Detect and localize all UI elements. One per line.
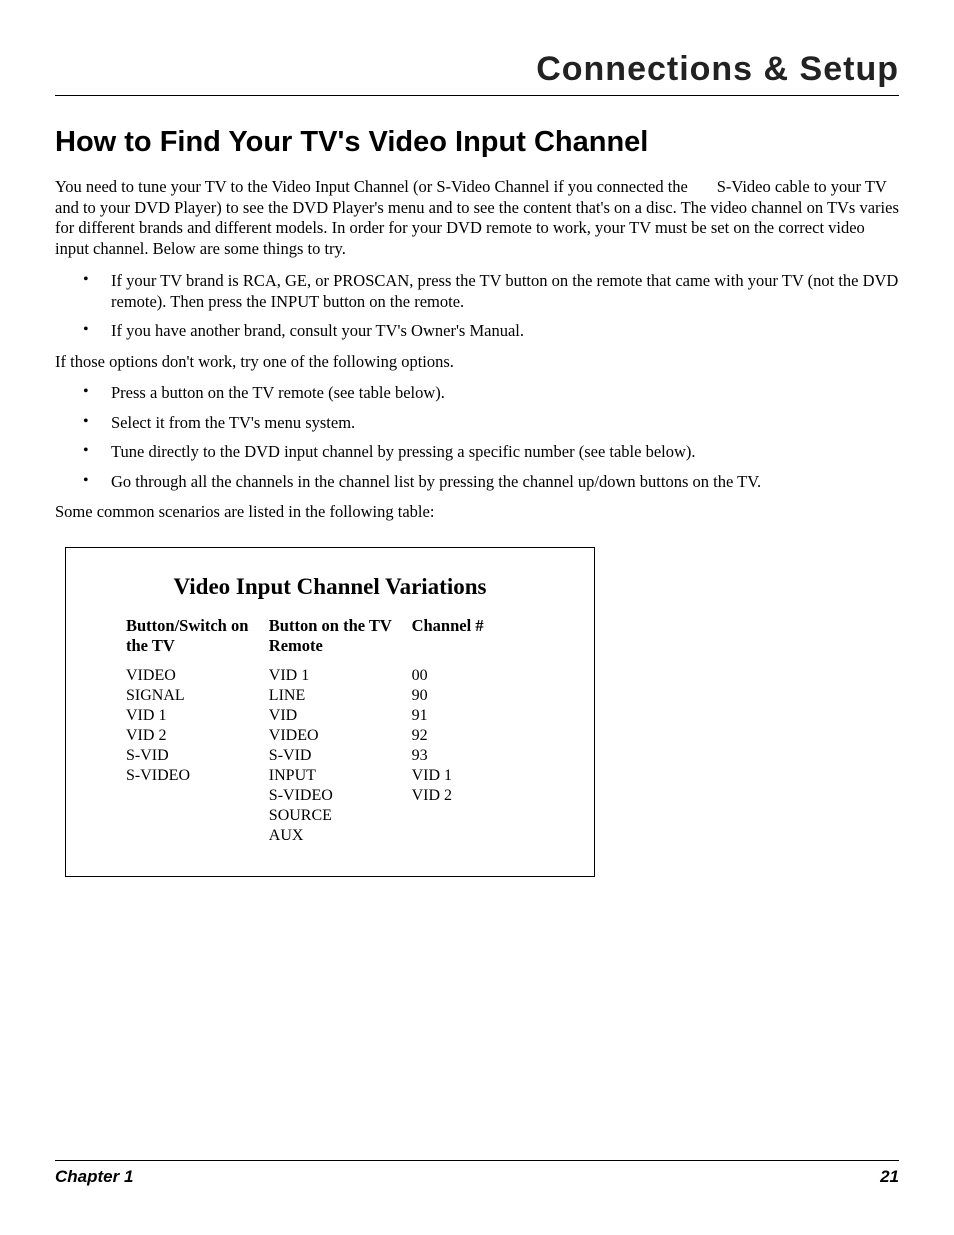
intro-paragraph: You need to tune your TV to the Video In… <box>55 177 899 260</box>
list-item: If you have another brand, consult your … <box>55 320 899 341</box>
footer-page-number: 21 <box>880 1167 899 1187</box>
bullet-list-2: Press a button on the TV remote (see tab… <box>55 382 899 492</box>
closing-paragraph: Some common scenarios are listed in the … <box>55 502 899 523</box>
list-item: Press a button on the TV remote (see tab… <box>55 382 899 403</box>
bullet-list-1: If your TV brand is RCA, GE, or PROSCAN,… <box>55 270 899 342</box>
header-rule <box>55 95 899 96</box>
table-col2-values: VID 1 LINE VID VIDEO S-VID INPUT S-VIDEO… <box>269 666 412 846</box>
list-item: Go through all the channels in the chann… <box>55 471 899 492</box>
list-item: If your TV brand is RCA, GE, or PROSCAN,… <box>55 270 899 313</box>
footer-chapter: Chapter 1 <box>55 1167 133 1187</box>
table-header-col1: Button/Switch on the TV <box>126 616 269 666</box>
table-header-col3: Channel # <box>412 616 534 666</box>
table-title: Video Input Channel Variations <box>126 574 534 600</box>
table-col3-values: 00 90 91 92 93 VID 1 VID 2 <box>412 666 534 846</box>
middle-paragraph: If those options don't work, try one of … <box>55 352 899 373</box>
page-footer: Chapter 1 21 <box>55 1160 899 1187</box>
chapter-header: Connections & Setup <box>55 50 899 89</box>
list-item: Select it from the TV's menu system. <box>55 412 899 433</box>
list-item: Tune directly to the DVD input channel b… <box>55 441 899 462</box>
table-col1-values: VIDEO SIGNAL VID 1 VID 2 S-VID S-VIDEO <box>126 666 269 846</box>
table-header-col2: Button on the TV Remote <box>269 616 412 666</box>
variations-table-box: Video Input Channel Variations Button/Sw… <box>65 547 595 877</box>
variations-table: Button/Switch on the TV Button on the TV… <box>126 616 534 846</box>
section-title: How to Find Your TV's Video Input Channe… <box>55 126 899 159</box>
